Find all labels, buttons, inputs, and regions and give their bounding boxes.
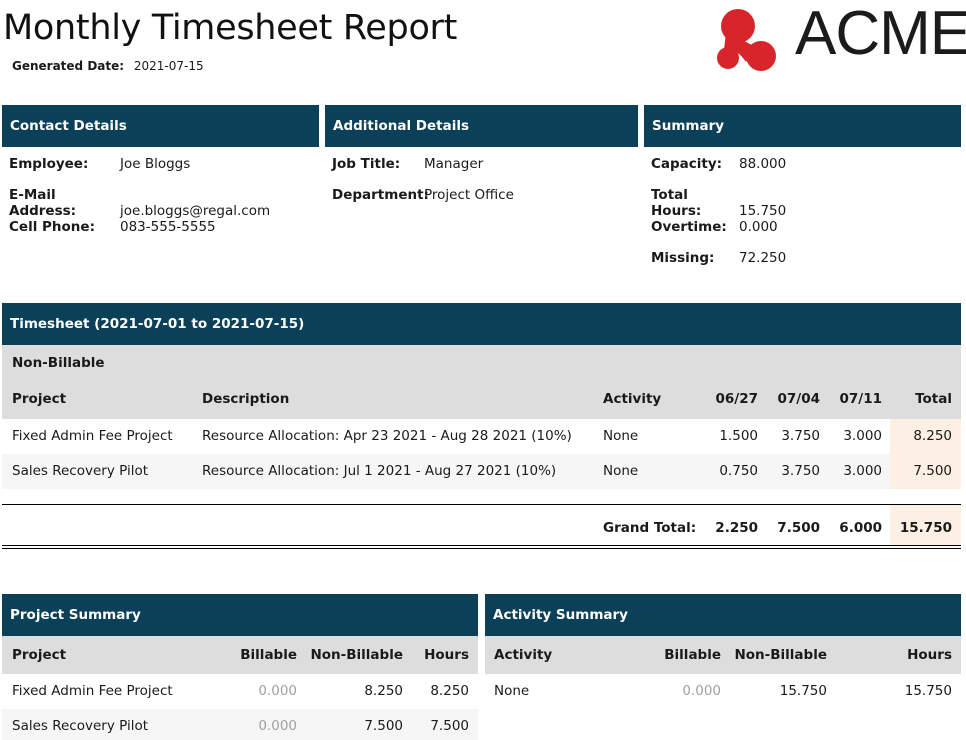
row-week-2: 3.750 xyxy=(781,428,820,444)
missing-value: 72.250 xyxy=(739,250,787,266)
col-week-3: 07/11 xyxy=(839,391,882,407)
summary-row-total-hours: Total Hours: 15.750 xyxy=(651,187,786,219)
col-week-2: 07/04 xyxy=(777,391,820,407)
summary-row-capacity: Capacity: 88.000 xyxy=(651,156,786,172)
as-row-non-billable: 15.750 xyxy=(779,683,827,699)
grand-total-label: Grand Total: xyxy=(603,520,697,536)
ps-row-hours: 8.250 xyxy=(430,683,469,699)
row-activity: None xyxy=(603,428,639,444)
grand-total-top-rule xyxy=(2,504,961,505)
total-hours-label: Total Hours: xyxy=(651,187,702,219)
as-row-hours: 15.750 xyxy=(904,683,952,699)
department-value: Project Office xyxy=(424,187,514,203)
row-activity: None xyxy=(603,463,639,479)
summary-row-overtime: Overtime: 0.000 xyxy=(651,219,778,235)
additional-row-department: Department:Project Office xyxy=(332,187,514,203)
grand-total-bottom-rule-1 xyxy=(2,545,961,546)
contact-row-cell: Cell Phone: 083-555-5555 xyxy=(9,219,216,235)
as-col-non-billable: Non-Billable xyxy=(734,647,827,663)
row-week-2: 3.750 xyxy=(781,463,820,479)
row-project: Sales Recovery Pilot xyxy=(12,463,149,479)
as-col-activity: Activity xyxy=(494,647,553,663)
additional-details-header: Additional Details xyxy=(325,105,638,147)
contact-row-email: E-Mail Address: joe.bloggs@regal.com xyxy=(9,187,270,219)
as-row-activity: None xyxy=(494,683,530,699)
as-row-billable: 0.000 xyxy=(682,683,721,699)
generated-date-value: 2021-07-15 xyxy=(133,59,204,73)
cell-phone-label: Cell Phone: xyxy=(9,219,95,235)
row-description: Resource Allocation: Jul 1 2021 - Aug 27… xyxy=(202,463,557,479)
as-col-hours: Hours xyxy=(907,647,952,663)
row-project: Fixed Admin Fee Project xyxy=(12,428,173,444)
ps-row-billable: 0.000 xyxy=(258,683,297,699)
job-title-label: Job Title: xyxy=(332,156,401,172)
project-summary-header: Project Summary xyxy=(2,594,478,636)
ps-row-billable: 0.000 xyxy=(258,718,297,734)
col-project: Project xyxy=(12,391,67,407)
summary-row-missing: Missing: 72.250 xyxy=(651,250,786,266)
ps-row-non-billable: 8.250 xyxy=(364,683,403,699)
grand-total-bottom-rule-2 xyxy=(2,548,961,549)
ps-row-project: Fixed Admin Fee Project xyxy=(12,683,173,699)
capacity-label: Capacity: xyxy=(651,156,723,172)
ps-col-billable: Billable xyxy=(240,647,297,663)
as-col-billable: Billable xyxy=(664,647,721,663)
employee-value: Joe Bloggs xyxy=(120,156,191,172)
department-label: Department: xyxy=(332,187,429,203)
contact-row-employee: Employee: Joe Bloggs xyxy=(9,156,190,172)
employee-label: Employee: xyxy=(9,156,89,172)
row-week-1: 0.750 xyxy=(719,463,758,479)
job-title-value: Manager xyxy=(424,156,484,172)
ps-row-project: Sales Recovery Pilot xyxy=(12,718,149,734)
ps-row-hours: 7.500 xyxy=(430,718,469,734)
logo-text: ACME xyxy=(795,0,966,68)
row-week-1: 1.500 xyxy=(719,428,758,444)
col-activity: Activity xyxy=(603,391,662,407)
overtime-label: Overtime: xyxy=(651,219,727,235)
ps-col-hours: Hours xyxy=(424,647,469,663)
row-total: 8.250 xyxy=(913,428,952,444)
row-total: 7.500 xyxy=(913,463,952,479)
timesheet-header: Timesheet (2021-07-01 to 2021-07-15) xyxy=(2,303,961,345)
missing-label: Missing: xyxy=(651,250,715,266)
ps-col-project: Project xyxy=(12,647,67,663)
email-value: joe.bloggs@regal.com xyxy=(120,203,271,219)
ps-col-non-billable: Non-Billable xyxy=(310,647,403,663)
grand-total-week-2: 7.500 xyxy=(777,520,820,536)
col-description: Description xyxy=(202,391,290,407)
email-label: E-Mail Address: xyxy=(9,187,77,219)
overtime-value: 0.000 xyxy=(739,219,778,235)
generated-date-label: Generated Date: xyxy=(12,59,125,73)
contact-details-header: Contact Details xyxy=(2,105,319,147)
generated-date: Generated Date: 2021-07-15 xyxy=(12,59,204,73)
cell-phone-value: 083-555-5555 xyxy=(120,219,216,235)
total-hours-value: 15.750 xyxy=(739,203,787,219)
col-week-1: 06/27 xyxy=(715,391,758,407)
summary-header: Summary xyxy=(644,105,961,147)
grand-total-total: 15.750 xyxy=(899,520,952,536)
timesheet-column-band xyxy=(2,345,961,419)
capacity-value: 88.000 xyxy=(739,156,787,172)
report-title: Monthly Timesheet Report xyxy=(3,8,458,48)
ps-row-non-billable: 7.500 xyxy=(364,718,403,734)
col-total: Total xyxy=(915,391,952,407)
row-week-3: 3.000 xyxy=(843,463,882,479)
row-week-3: 3.000 xyxy=(843,428,882,444)
additional-row-job-title: Job Title: Manager xyxy=(332,156,483,172)
timesheet-group-label: Non-Billable xyxy=(12,355,105,371)
grand-total-week-3: 6.000 xyxy=(839,520,882,536)
activity-summary-header: Activity Summary xyxy=(485,594,961,636)
row-description: Resource Allocation: Apr 23 2021 - Aug 2… xyxy=(202,428,572,444)
grand-total-week-1: 2.250 xyxy=(715,520,758,536)
